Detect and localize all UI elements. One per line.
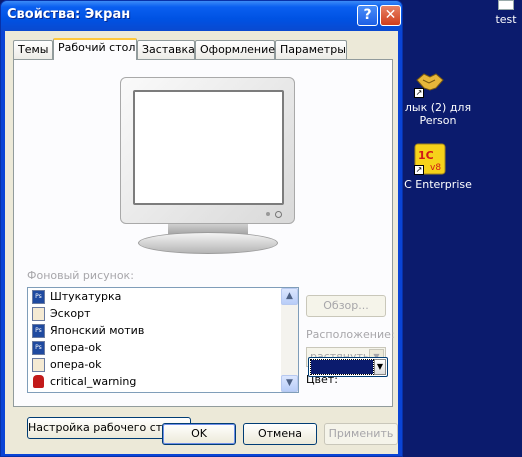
background-list-items: Ps Штукатурка Эскорт Ps Японский мотив P…	[28, 288, 280, 392]
desktop-icon-label: test	[495, 13, 517, 26]
shortcut-arrow-icon: ↗	[414, 88, 424, 98]
list-item[interactable]: Эскорт	[28, 305, 280, 322]
tab-themes[interactable]: Темы	[13, 40, 53, 59]
list-item-label: critical_warning	[50, 375, 137, 388]
image-file-icon	[32, 357, 45, 372]
list-item-label: опера-ok	[50, 358, 102, 371]
document-icon	[498, 0, 514, 10]
photoshop-file-icon: Ps	[32, 323, 45, 338]
scroll-down-arrow-icon[interactable]: ▼	[281, 375, 298, 392]
desktop-icon-person[interactable]: ↗ лык (2) для Person	[398, 66, 478, 127]
desktop-icon-1c-enterprise[interactable]: 1C v8 ↗ C Enterprise	[398, 143, 478, 191]
tab-appearance[interactable]: Оформление	[195, 40, 275, 59]
tab-settings[interactable]: Параметры	[275, 40, 347, 59]
background-list[interactable]: Ps Штукатурка Эскорт Ps Японский мотив P…	[27, 287, 299, 393]
1c-shortcut-icon: 1C v8 ↗	[414, 143, 446, 175]
cancel-button[interactable]: Отмена	[243, 423, 317, 445]
warning-file-icon	[32, 374, 45, 389]
monitor-body	[120, 77, 295, 224]
tab-screensaver[interactable]: Заставка	[137, 40, 195, 59]
desktop-icon-test[interactable]: test	[490, 0, 522, 26]
scroll-up-arrow-icon[interactable]: ▲	[281, 288, 298, 305]
svg-text:v8: v8	[430, 163, 441, 173]
background-label: Фоновый рисунок:	[27, 269, 134, 282]
image-file-icon	[32, 306, 45, 321]
title-bar[interactable]: Свойства: Экран ? ✕	[1, 1, 402, 31]
browse-button[interactable]: Обзор...	[306, 295, 386, 317]
position-label: Расположение:	[306, 328, 395, 341]
desktop-tab-panel: Фоновый рисунок: Ps Штукатурка Эскорт Ps…	[13, 59, 395, 439]
chevron-down-icon: ▼	[374, 359, 386, 375]
power-button-icon	[275, 211, 282, 218]
photoshop-file-icon: Ps	[32, 340, 45, 355]
list-scrollbar[interactable]: ▲ ▼	[281, 288, 298, 392]
color-picker[interactable]: ▼	[308, 357, 388, 377]
monitor-preview	[120, 77, 295, 255]
handshake-shortcut-icon: ↗	[414, 66, 446, 98]
list-item-label: опера-ok	[50, 341, 102, 354]
desktop-icon-label: C Enterprise	[404, 178, 472, 191]
photoshop-file-icon: Ps	[32, 289, 45, 304]
display-properties-dialog: Свойства: Экран ? ✕ Темы Рабочий стол За…	[0, 0, 403, 457]
tab-desktop[interactable]: Рабочий стол	[53, 38, 137, 60]
list-item[interactable]: Ps Штукатурка	[28, 288, 280, 305]
desktop-icon-label: Person	[419, 114, 457, 127]
apply-button[interactable]: Применить	[324, 423, 398, 445]
list-item[interactable]: critical_warning	[28, 373, 280, 390]
help-button[interactable]: ?	[357, 5, 378, 26]
list-item-label: Эскорт	[50, 307, 91, 320]
monitor-stand	[138, 232, 278, 254]
svg-text:1C: 1C	[418, 149, 434, 162]
list-item[interactable]: опера-ok	[28, 356, 280, 373]
monitor-screen-preview	[133, 90, 284, 205]
list-item-label: Японский мотив	[50, 324, 145, 337]
ok-button[interactable]: OK	[162, 423, 236, 445]
desktop-icon-label: лык (2) для	[404, 101, 472, 114]
monitor-indicator-icon	[266, 212, 270, 216]
list-item[interactable]: Ps Японский мотив	[28, 322, 280, 339]
window-title: Свойства: Экран	[7, 7, 131, 22]
shortcut-arrow-icon: ↗	[414, 165, 424, 175]
dialog-client-area: Темы Рабочий стол Заставка Оформление Па…	[5, 31, 398, 454]
list-item-label: Штукатурка	[50, 290, 122, 303]
close-button[interactable]: ✕	[380, 5, 401, 26]
color-swatch	[310, 359, 374, 375]
list-item[interactable]: Ps опера-ok	[28, 339, 280, 356]
